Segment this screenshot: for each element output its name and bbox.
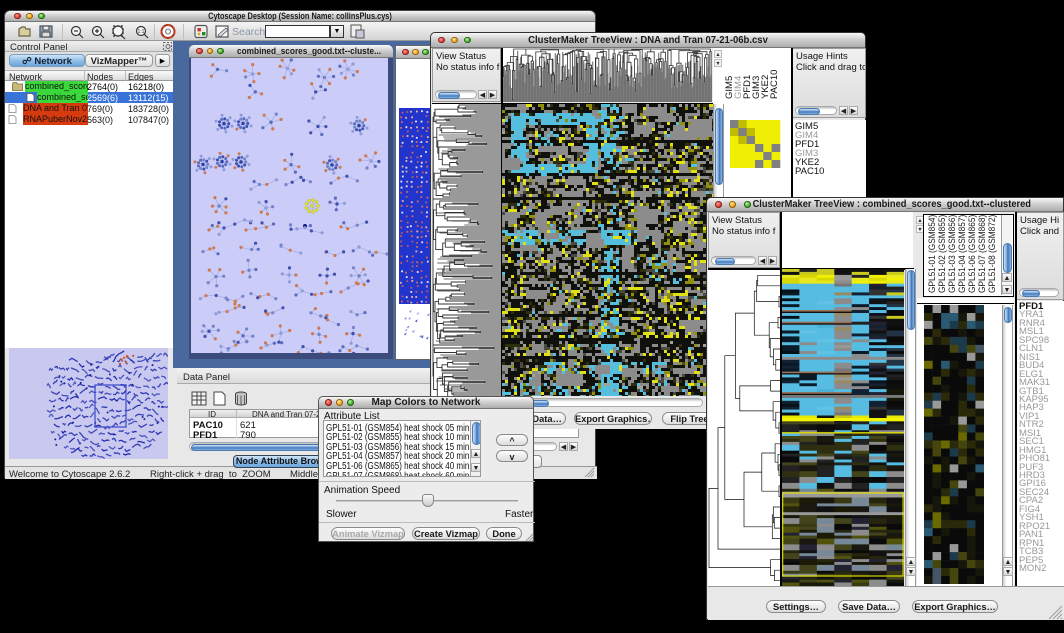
svg-text:1:1: 1:1: [138, 29, 145, 35]
